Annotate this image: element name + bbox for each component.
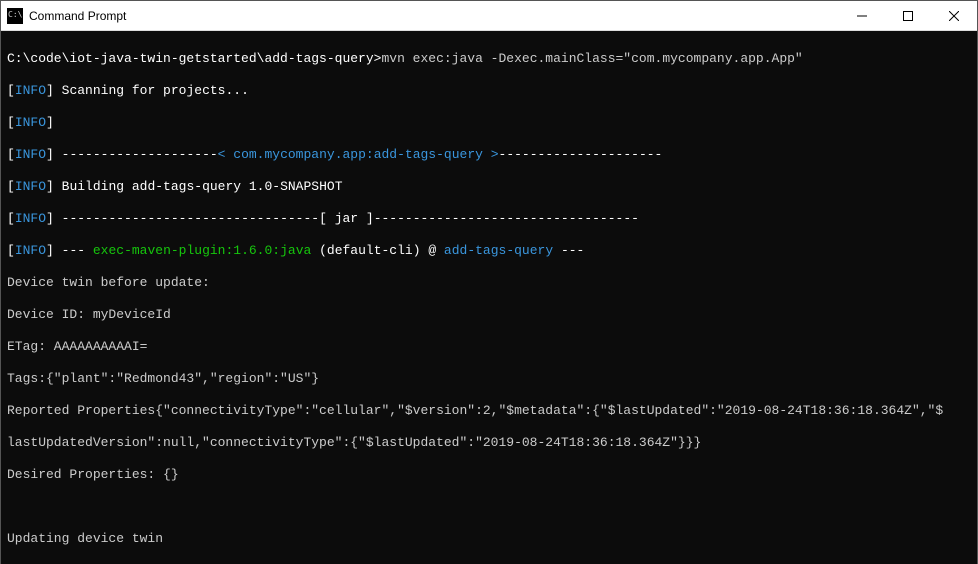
cmd-icon xyxy=(7,8,23,24)
info-tag: INFO xyxy=(15,83,46,98)
close-button[interactable] xyxy=(931,1,977,31)
minimize-button[interactable] xyxy=(839,1,885,31)
output-line: [INFO] xyxy=(7,115,971,131)
output-line xyxy=(7,499,971,515)
title-bar: Command Prompt xyxy=(1,1,977,31)
output-line: ETag: AAAAAAAAAAI= xyxy=(7,339,971,355)
output-line: [INFO] Scanning for projects... xyxy=(7,83,971,99)
output-line: Tags:{"plant":"Redmond43","region":"US"} xyxy=(7,371,971,387)
output-line: lastUpdatedVersion":null,"connectivityTy… xyxy=(7,435,971,451)
maximize-button[interactable] xyxy=(885,1,931,31)
output-line: Device ID: myDeviceId xyxy=(7,307,971,323)
output-line: [INFO] Building add-tags-query 1.0-SNAPS… xyxy=(7,179,971,195)
output-line: [INFO] --------------------< com.mycompa… xyxy=(7,147,971,163)
output-line: [INFO] ---------------------------------… xyxy=(7,211,971,227)
output-line: Desired Properties: {} xyxy=(7,467,971,483)
command-text: mvn exec:java -Dexec.mainClass="com.myco… xyxy=(381,51,802,66)
output-line: [INFO] --- exec-maven-plugin:1.6.0:java … xyxy=(7,243,971,259)
output-line: Updating device twin xyxy=(7,531,971,547)
output-line: Device twin before update: xyxy=(7,275,971,291)
window-title: Command Prompt xyxy=(29,9,839,23)
output-line: Reported Properties{"connectivityType":"… xyxy=(7,403,971,419)
terminal-output[interactable]: C:\code\iot-java-twin-getstarted\add-tag… xyxy=(1,31,977,564)
window-controls xyxy=(839,1,977,31)
prompt-text: C:\code\iot-java-twin-getstarted\add-tag… xyxy=(7,51,381,66)
prompt-line: C:\code\iot-java-twin-getstarted\add-tag… xyxy=(7,51,971,67)
